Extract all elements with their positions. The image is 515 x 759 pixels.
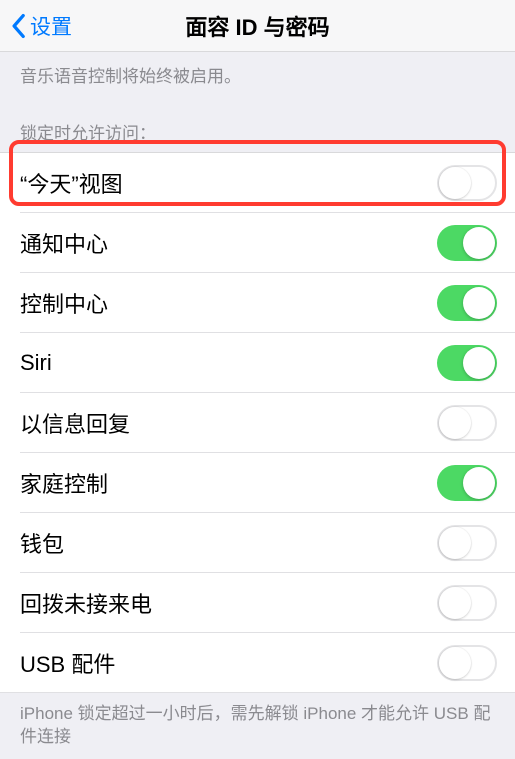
section-header: 锁定时允许访问： [0,87,515,152]
row-today-view: “今天”视图 [0,153,515,213]
row-usb-accessories: USB 配件 [0,633,515,693]
toggle-usb-accessories[interactable] [437,645,497,681]
navigation-bar: 设置 面容 ID 与密码 [0,0,515,52]
toggle-knob [439,527,471,559]
row-reply-with-message: 以信息回复 [0,393,515,453]
row-home-control: 家庭控制 [0,453,515,513]
toggle-return-missed-calls[interactable] [437,585,497,621]
row-notification-center: 通知中心 [0,213,515,273]
toggle-control-center[interactable] [437,285,497,321]
back-button[interactable]: 设置 [10,11,72,41]
row-siri: Siri [0,333,515,393]
toggle-knob [463,467,495,499]
row-control-center: 控制中心 [0,273,515,333]
row-label: USB 配件 [20,647,115,679]
toggle-knob [463,287,495,319]
row-label: Siri [20,350,52,376]
row-label: 通知中心 [20,227,108,259]
row-label: “今天”视图 [20,167,123,199]
toggle-reply-with-message[interactable] [437,405,497,441]
settings-list: “今天”视图通知中心控制中心 Siri 以信息回复家庭控制钱包回拨未接来电 USB 配… [0,152,515,693]
row-label: 回拨未接来电 [20,587,152,619]
truncated-footer-text: 音乐语音控制将始终被启用。 [0,52,515,87]
row-label: 以信息回复 [20,407,130,439]
toggle-knob [463,347,495,379]
toggle-knob [439,647,471,679]
toggle-knob [439,167,471,199]
row-label: 控制中心 [20,287,108,319]
row-label: 家庭控制 [20,467,108,499]
row-label: 钱包 [20,527,64,559]
footer-text: iPhone 锁定超过一小时后，需先解锁 iPhone 才能允许 USB 配件连… [0,693,515,759]
toggle-knob [439,587,471,619]
row-return-missed-calls: 回拨未接来电 [0,573,515,633]
toggle-knob [463,227,495,259]
row-wallet: 钱包 [0,513,515,573]
toggle-wallet[interactable] [437,525,497,561]
toggle-today-view[interactable] [437,165,497,201]
toggle-home-control[interactable] [437,465,497,501]
chevron-left-icon [10,13,26,39]
back-label: 设置 [30,11,72,41]
page-title: 面容 ID 与密码 [185,10,329,42]
toggle-knob [439,407,471,439]
toggle-siri[interactable] [437,345,497,381]
toggle-notification-center[interactable] [437,225,497,261]
